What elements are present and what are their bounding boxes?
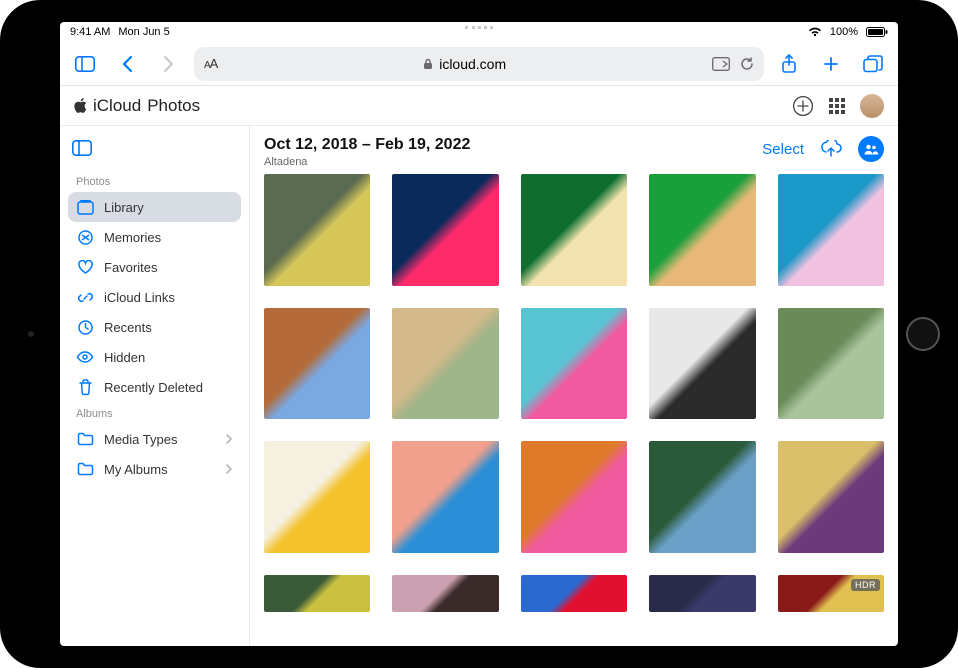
sidebar-item-label: Hidden (104, 350, 145, 365)
photo-thumbnail[interactable] (392, 174, 498, 286)
photo-thumbnail[interactable]: HDR (778, 575, 884, 612)
photo-thumbnail[interactable] (521, 174, 627, 286)
sidebar-item-label: Library (104, 200, 144, 215)
forward-button (152, 47, 186, 81)
photo-thumbnail[interactable] (392, 575, 498, 612)
status-date: Mon Jun 5 (118, 26, 169, 38)
app-switcher-button[interactable] (828, 97, 846, 115)
share-button[interactable] (772, 47, 806, 81)
account-avatar[interactable] (860, 94, 884, 118)
photo-thumbnail[interactable] (264, 308, 370, 420)
sidebar-item-recently-deleted[interactable]: Recently Deleted (68, 372, 241, 402)
ipad-frame: 9:41 AM Mon Jun 5 100% (0, 0, 958, 668)
sidebar-item-media-types[interactable]: Media Types (68, 424, 241, 454)
sidebar-item-label: Memories (104, 230, 161, 245)
sidebar-item-label: Recents (104, 320, 152, 335)
photo-thumbnail[interactable] (264, 441, 370, 553)
clock-icon (76, 318, 94, 336)
photo-thumbnail[interactable] (778, 441, 884, 553)
memories-icon (76, 228, 94, 246)
text-size-button[interactable]: AA (204, 56, 217, 71)
photo-thumbnail[interactable] (778, 174, 884, 286)
screen: 9:41 AM Mon Jun 5 100% (60, 22, 898, 646)
photo-thumbnail[interactable] (649, 174, 755, 286)
sidebar-item-my-albums[interactable]: My Albums (68, 454, 241, 484)
lock-icon (423, 58, 433, 70)
address-bar[interactable]: AA icloud.com (194, 47, 764, 81)
trash-icon (76, 378, 94, 396)
status-bar: 9:41 AM Mon Jun 5 100% (60, 22, 898, 42)
photo-thumbnail[interactable] (392, 308, 498, 420)
battery-icon (866, 27, 888, 37)
front-camera (28, 331, 34, 337)
sidebar-item-library[interactable]: Library (68, 192, 241, 222)
battery-percent: 100% (830, 26, 858, 38)
date-range: Oct 12, 2018 – Feb 19, 2022 (264, 136, 470, 154)
heart-icon (76, 258, 94, 276)
sidebar-item-label: Recently Deleted (104, 380, 203, 395)
main-panel: Oct 12, 2018 – Feb 19, 2022 Altadena Sel… (250, 126, 898, 646)
url-text: icloud.com (439, 56, 506, 72)
app-product: Photos (147, 96, 200, 116)
hdr-badge: HDR (851, 579, 880, 591)
back-button[interactable] (110, 47, 144, 81)
link-icon (76, 288, 94, 306)
sidebar-item-label: My Albums (104, 462, 168, 477)
upload-button[interactable] (818, 136, 844, 162)
sidebar-section-title: Albums (68, 402, 241, 424)
photo-thumbnail[interactable] (649, 441, 755, 553)
content-area: Photos Library Memories Favorites iCloud Lin… (60, 126, 898, 646)
photo-thumbnail[interactable] (392, 441, 498, 553)
sidebar: Photos Library Memories Favorites iCloud Lin… (60, 126, 250, 646)
sidebar-item-recents[interactable]: Recents (68, 312, 241, 342)
reader-button[interactable] (712, 57, 730, 71)
photo-thumbnail[interactable] (264, 575, 370, 612)
photo-thumbnail[interactable] (521, 441, 627, 553)
apple-logo-icon (74, 98, 87, 113)
folder-icon (76, 460, 94, 478)
photo-thumbnail[interactable] (649, 308, 755, 420)
folder-icon (76, 430, 94, 448)
eye-slash-icon (76, 348, 94, 366)
photo-thumbnail[interactable] (521, 575, 627, 612)
select-button[interactable]: Select (762, 141, 804, 158)
grid-header: Oct 12, 2018 – Feb 19, 2022 Altadena Sel… (250, 126, 898, 174)
chevron-right-icon (225, 433, 233, 445)
tabs-button[interactable] (856, 47, 890, 81)
sidebar-section-title: Photos (68, 170, 241, 192)
sidebar-toggle-button[interactable] (68, 47, 102, 81)
new-tab-button[interactable] (814, 47, 848, 81)
sidebar-item-memories[interactable]: Memories (68, 222, 241, 252)
wifi-icon (808, 27, 822, 37)
status-time: 9:41 AM (70, 26, 110, 38)
reload-button[interactable] (740, 57, 754, 71)
sidebar-item-label: iCloud Links (104, 290, 175, 305)
location-subtitle: Altadena (264, 156, 470, 168)
photo-thumbnail[interactable] (649, 575, 755, 612)
photo-thumbnail[interactable] (521, 308, 627, 420)
safari-toolbar: AA icloud.com (60, 42, 898, 86)
library-icon (76, 198, 94, 216)
sidebar-item-label: Favorites (104, 260, 157, 275)
photo-grid[interactable]: HDR (250, 174, 898, 646)
sidebar-item-hidden[interactable]: Hidden (68, 342, 241, 372)
photo-thumbnail[interactable] (264, 174, 370, 286)
sidebar-collapse-button[interactable] (68, 134, 96, 162)
add-button[interactable] (792, 95, 814, 117)
chevron-right-icon (225, 463, 233, 475)
sidebar-item-favorites[interactable]: Favorites (68, 252, 241, 282)
sidebar-item-label: Media Types (104, 432, 177, 447)
multitask-handle[interactable] (465, 26, 493, 29)
sidebar-item-icloud-links[interactable]: iCloud Links (68, 282, 241, 312)
photo-thumbnail[interactable] (778, 308, 884, 420)
shared-library-button[interactable] (858, 136, 884, 162)
app-brand: iCloud (93, 96, 141, 116)
home-button[interactable] (906, 317, 940, 351)
app-header: iCloud Photos (60, 86, 898, 126)
